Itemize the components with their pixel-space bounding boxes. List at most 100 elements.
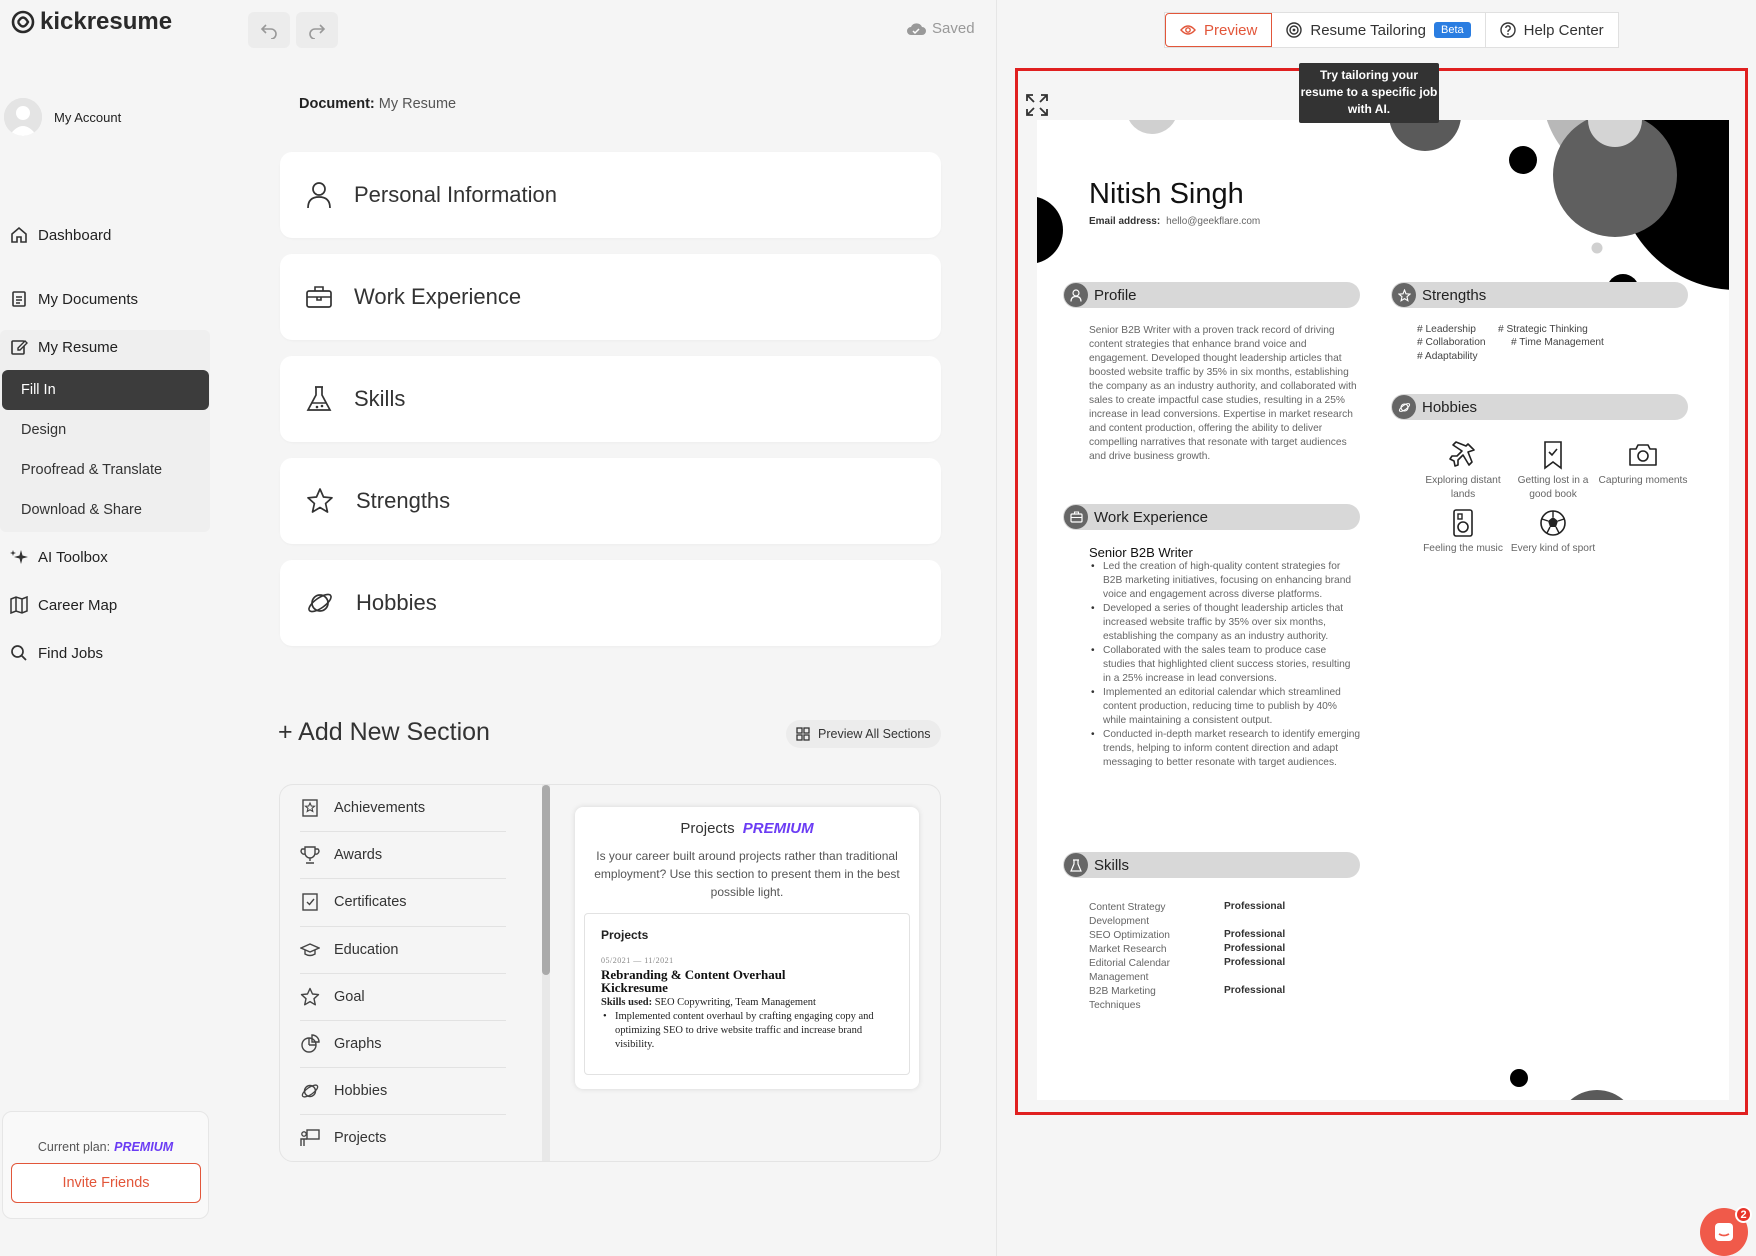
nav-documents[interactable]: My Documents xyxy=(10,290,210,308)
section-personal-info[interactable]: Personal Information xyxy=(280,152,941,238)
projects-title: Projects xyxy=(680,820,735,837)
undo-button[interactable] xyxy=(248,12,290,48)
logo[interactable]: kickresume xyxy=(10,8,172,36)
projects-preview-title: Projects PREMIUM xyxy=(575,820,919,837)
target-icon xyxy=(1286,22,1303,38)
list-item-goal[interactable]: Goal xyxy=(300,974,506,1021)
planet-icon xyxy=(308,593,332,613)
preview-all-label: Preview All Sections xyxy=(818,727,931,741)
subnav-fill-in[interactable]: Fill In xyxy=(2,370,209,410)
scrollbar-thumb[interactable] xyxy=(542,785,550,975)
nav-dashboard[interactable]: Dashboard xyxy=(10,226,210,244)
presentation-icon xyxy=(300,1129,320,1147)
list-item-label: Projects xyxy=(334,1130,387,1147)
help-center-tab[interactable]: Help Center xyxy=(1486,13,1618,47)
nav-my-resume-label: My Resume xyxy=(38,338,119,356)
plan-label: Current plan: xyxy=(37,1140,111,1154)
invite-friends-button[interactable]: Invite Friends xyxy=(11,1163,201,1203)
nav-career-map[interactable]: Career Map xyxy=(10,596,210,614)
star-outline-icon xyxy=(300,987,320,1006)
help-center-label: Help Center xyxy=(1523,21,1604,39)
home-icon xyxy=(11,226,27,243)
briefcase-icon xyxy=(306,286,332,308)
plan-line: Current plan: PREMIUM xyxy=(3,1140,208,1154)
subnav-download[interactable]: Download & Share xyxy=(2,490,209,530)
nav-my-resume[interactable]: My Resume xyxy=(10,338,210,356)
section-type-list: Achievements Awards Certificates Educati… xyxy=(300,785,506,1161)
list-item-awards[interactable]: Awards xyxy=(300,832,506,880)
document-name: Document: My Resume xyxy=(299,96,456,112)
projects-preview-card[interactable]: Projects PREMIUM Is your career built ar… xyxy=(575,807,919,1089)
add-section-panel: Achievements Awards Certificates Educati… xyxy=(279,784,941,1162)
section-hobbies[interactable]: Hobbies xyxy=(280,560,941,646)
section-work-experience[interactable]: Work Experience xyxy=(280,254,941,340)
pane-divider xyxy=(996,0,997,1256)
nav-career-map-label: Career Map xyxy=(38,596,118,614)
preview-tab-bar: Preview Resume Tailoring Beta Help Cente… xyxy=(1164,12,1619,48)
map-icon xyxy=(10,596,28,614)
list-item-label: Education xyxy=(334,941,399,958)
section-skills[interactable]: Skills xyxy=(280,356,941,442)
list-item-projects[interactable]: Projects xyxy=(300,1115,506,1161)
edit-icon xyxy=(11,340,28,355)
plan-box: Current plan: PREMIUM Invite Friends xyxy=(2,1111,209,1219)
help-icon xyxy=(1499,22,1516,38)
subnav-proofread[interactable]: Proofread & Translate xyxy=(2,450,209,490)
redo-button[interactable] xyxy=(296,12,338,48)
list-item-achievements[interactable]: Achievements xyxy=(300,785,506,833)
eye-icon xyxy=(1180,25,1196,35)
nav-ai-toolbox[interactable]: AI Toolbox xyxy=(10,548,210,566)
section-skills-label: Skills xyxy=(354,386,406,411)
list-item-label: Goal xyxy=(334,988,365,1005)
document-icon xyxy=(12,291,26,307)
save-status: Saved xyxy=(906,20,975,37)
nav-find-jobs[interactable]: Find Jobs xyxy=(10,644,210,662)
search-icon xyxy=(11,645,27,661)
expand-icon xyxy=(1026,94,1048,116)
section-strengths[interactable]: Strengths xyxy=(280,458,941,544)
account-label: My Account xyxy=(54,109,122,125)
redo-icon xyxy=(309,24,326,39)
list-item-label: Hobbies xyxy=(334,1083,388,1100)
grid-icon xyxy=(796,727,810,741)
list-item-education[interactable]: Education xyxy=(300,927,506,974)
section-strengths-label: Strengths xyxy=(356,488,451,513)
premium-badge: PREMIUM xyxy=(742,820,814,837)
preview-tab[interactable]: Preview xyxy=(1165,13,1273,47)
chat-icon xyxy=(1715,1223,1733,1241)
account-link[interactable]: My Account xyxy=(4,98,121,136)
list-item-label: Achievements xyxy=(334,800,426,817)
cloud-check-icon xyxy=(907,22,926,35)
section-work-experience-label: Work Experience xyxy=(354,284,522,309)
resume-tailoring-label: Resume Tailoring xyxy=(1310,21,1426,39)
list-item-label: Certificates xyxy=(334,894,407,911)
section-personal-info-label: Personal Information xyxy=(354,182,557,207)
subnav-design[interactable]: Design xyxy=(2,410,209,450)
sample-company: Kickresume xyxy=(601,980,668,995)
list-item-hobbies[interactable]: Hobbies xyxy=(300,1068,506,1116)
flask-icon xyxy=(306,386,332,411)
graduation-cap-icon xyxy=(300,942,320,956)
doc-label: Document: xyxy=(299,96,375,112)
expand-preview-button[interactable] xyxy=(1024,92,1050,118)
logo-icon xyxy=(11,10,35,34)
sparkle-icon xyxy=(10,550,28,564)
sample-skills-label: Skills used: xyxy=(601,997,653,1008)
beta-badge: Beta xyxy=(1433,22,1471,38)
avatar xyxy=(4,98,42,136)
chat-notification-badge: 2 xyxy=(1735,1206,1752,1223)
list-item-certificates[interactable]: Certificates xyxy=(300,879,506,927)
preview-all-sections-button[interactable]: Preview All Sections xyxy=(786,720,941,748)
doc-name: My Resume xyxy=(378,96,457,112)
projects-sample: Projects 05/2021 — 11/2021 Rebranding & … xyxy=(584,913,910,1075)
person-icon xyxy=(307,182,331,209)
list-item-graphs[interactable]: Graphs xyxy=(300,1021,506,1069)
resume-tailoring-tab[interactable]: Resume Tailoring Beta xyxy=(1272,13,1486,47)
preview-highlight-frame xyxy=(1015,68,1748,1115)
certificate-icon xyxy=(302,893,318,912)
nav-documents-label: My Documents xyxy=(38,290,139,308)
sample-dates: 05/2021 — 11/2021 xyxy=(601,956,674,965)
pie-chart-icon xyxy=(301,1034,320,1053)
nav-ai-toolbox-label: AI Toolbox xyxy=(38,548,108,566)
logo-text: kickresume xyxy=(40,8,173,35)
